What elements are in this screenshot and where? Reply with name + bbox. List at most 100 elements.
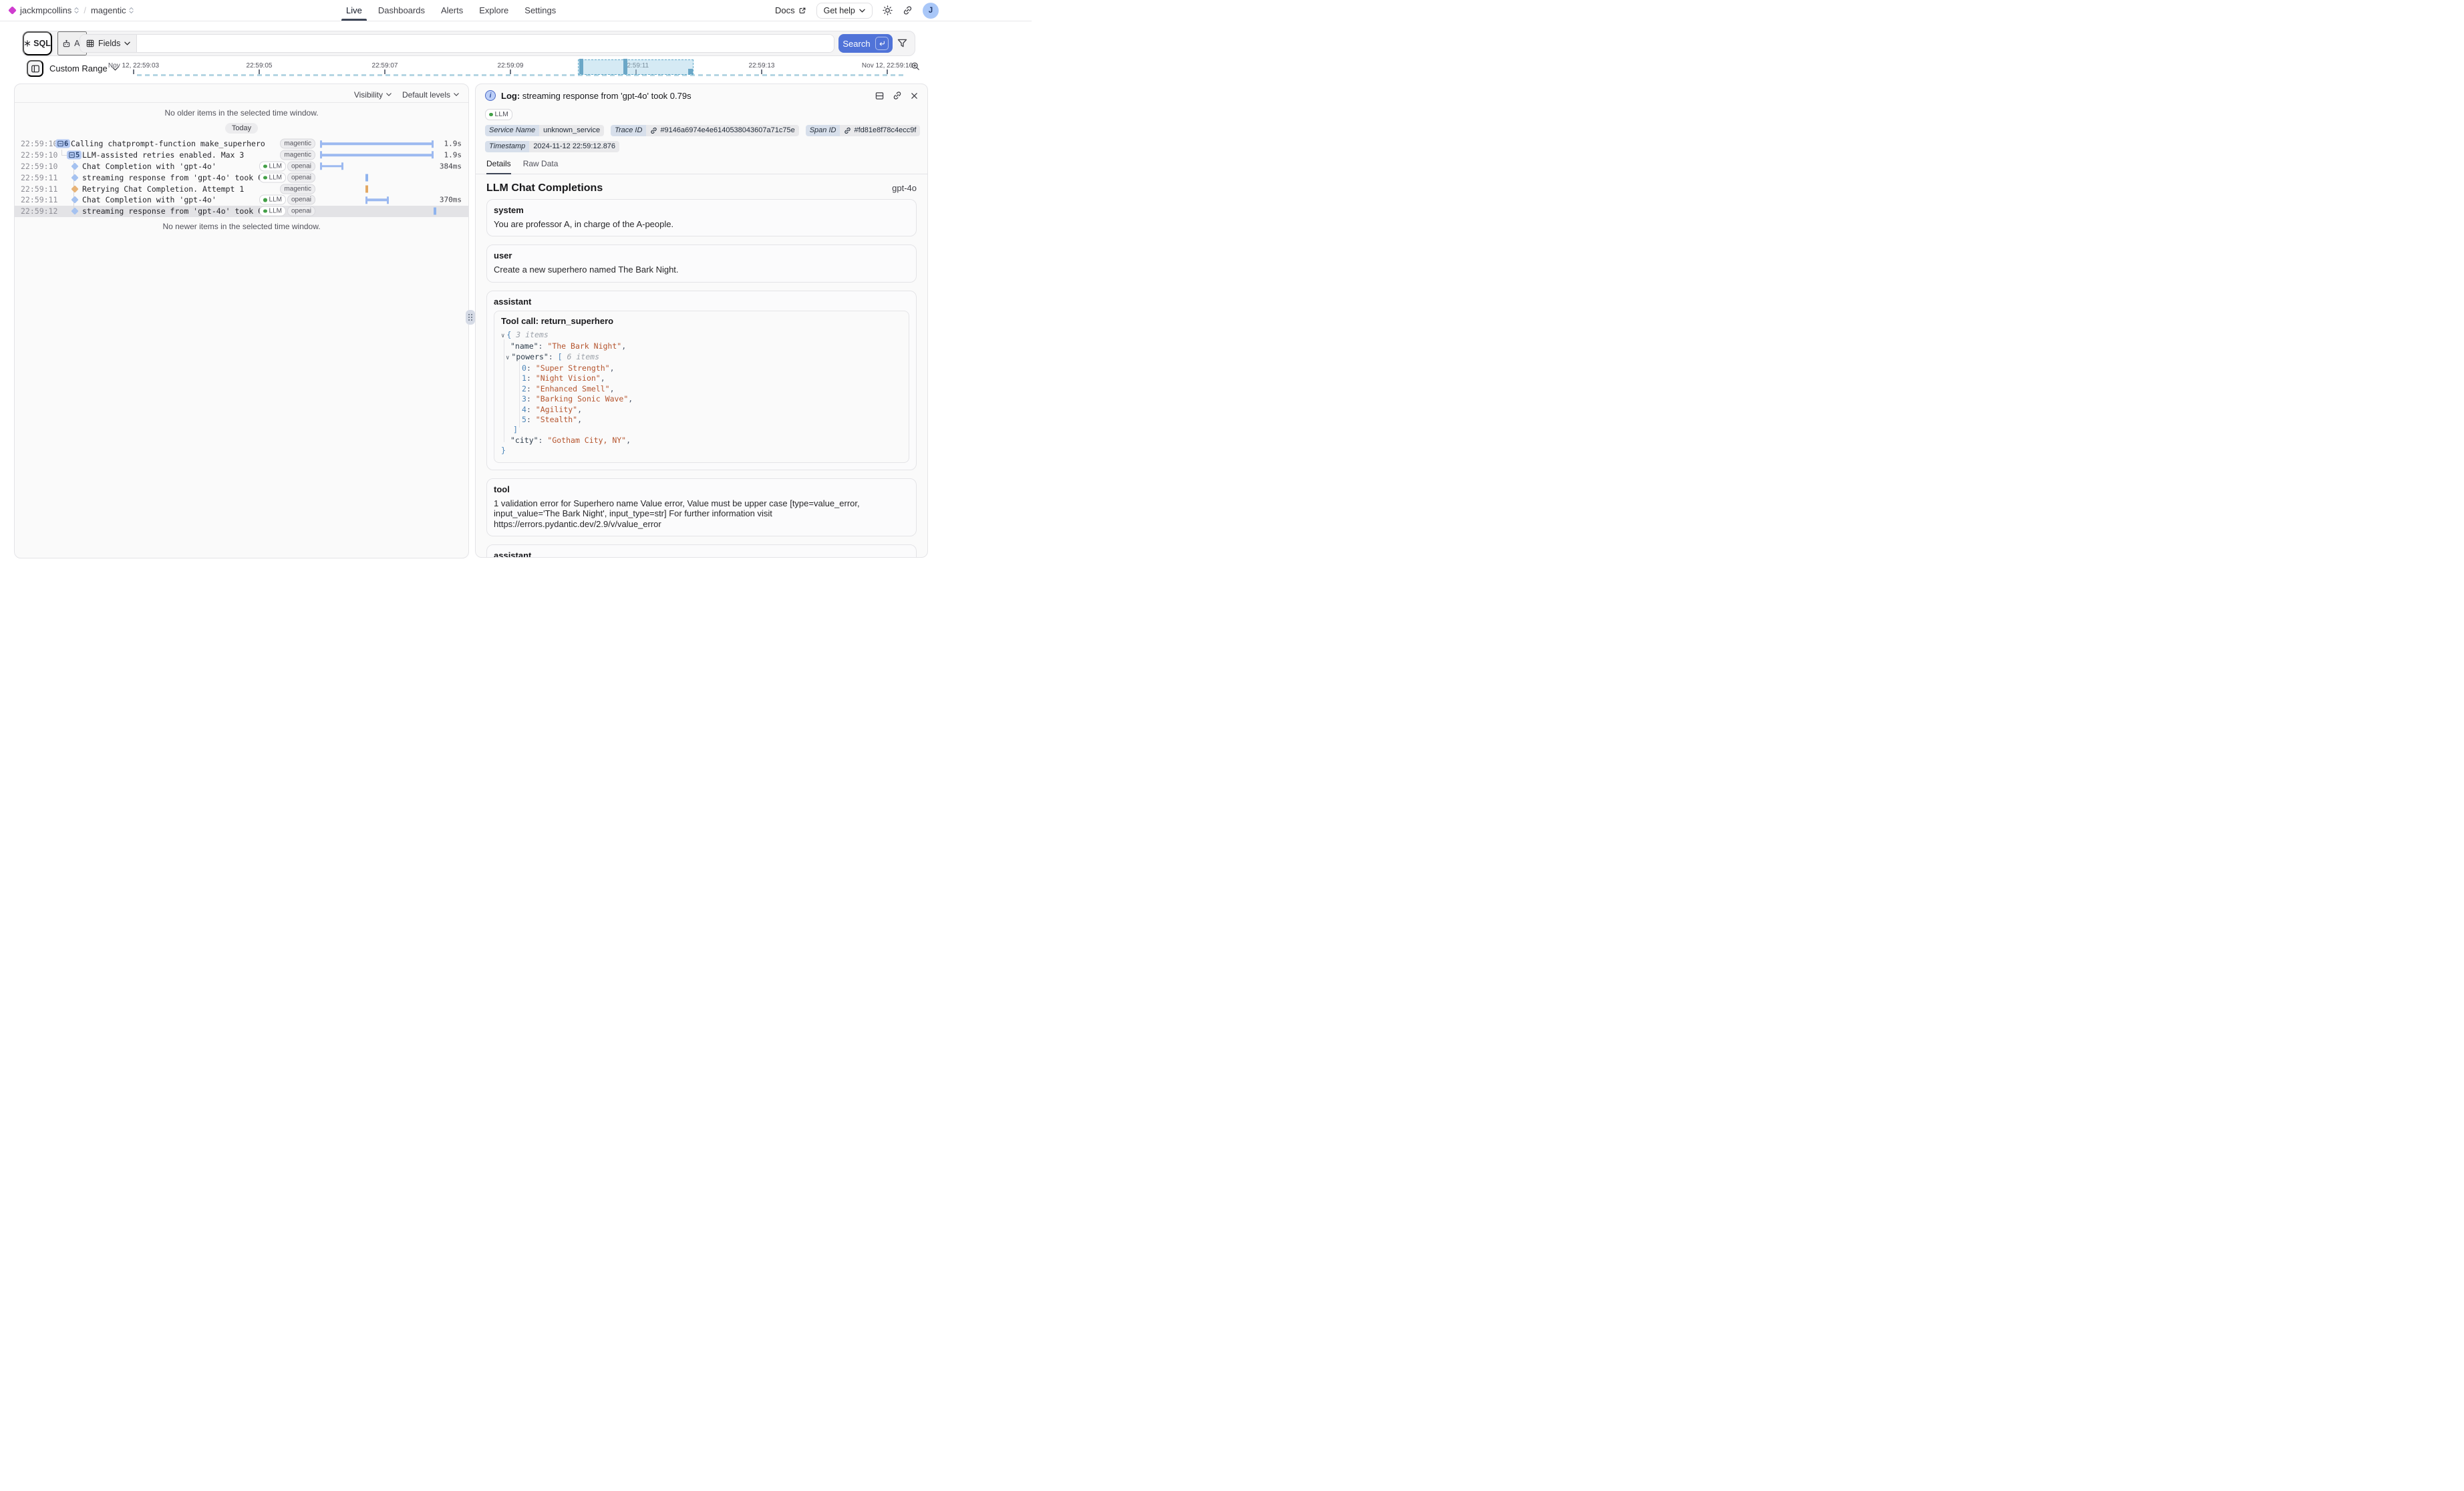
tag-pill: magentic [280, 184, 315, 194]
timeline-tick-label: 22:59:05 [247, 62, 273, 69]
theme-toggle-button[interactable] [883, 5, 893, 15]
timeline-tick-mark [384, 69, 386, 74]
log-row[interactable]: 22:59:12streaming response from 'gpt-4o'… [15, 206, 468, 217]
tag-pill: magentic [280, 139, 315, 149]
sql-mode-button[interactable]: SQL [23, 31, 52, 55]
json-token: , [621, 341, 626, 351]
diamond-marker [71, 208, 78, 215]
log-row-timestamp: 22:59:11 [21, 184, 57, 194]
default-levels-dropdown[interactable]: Default levels [402, 90, 459, 100]
search-button[interactable]: Search [838, 34, 893, 53]
json-token: "The Bark Night" [547, 341, 621, 351]
query-input-group: Fields [80, 34, 834, 53]
share-link-button[interactable] [903, 5, 913, 15]
docs-link[interactable]: Docs [775, 5, 806, 15]
close-icon [911, 92, 918, 100]
json-token: 2 [522, 384, 526, 393]
message-role: assistant [494, 297, 909, 307]
collapse-caret-icon[interactable]: ∨ [501, 333, 504, 339]
log-detail-panel: i Log: streaming response from 'gpt-4o' … [475, 84, 928, 558]
search-query-input[interactable] [137, 35, 834, 52]
log-row[interactable]: 22:59:11Retrying Chat Completion. Attemp… [15, 183, 468, 194]
today-button[interactable]: Today [225, 123, 258, 134]
nav-tab-alerts[interactable]: Alerts [441, 0, 463, 21]
nav-tab-settings[interactable]: Settings [524, 0, 556, 21]
log-row[interactable]: 22:59:11streaming response from 'gpt-4o'… [15, 172, 468, 183]
search-label: Search [842, 39, 870, 49]
link-icon [893, 91, 902, 100]
get-help-button[interactable]: Get help [816, 3, 873, 19]
log-rows: 22:59:10 6Calling chatprompt-function mak… [15, 138, 468, 217]
duration-label: 370ms [440, 196, 462, 204]
fields-dropdown[interactable]: Fields [80, 35, 137, 52]
chevron-down-icon [124, 41, 130, 45]
project-switcher[interactable]: magentic [91, 5, 134, 15]
timeline-selection[interactable] [578, 59, 694, 75]
panel-resize-handle[interactable] [466, 310, 475, 325]
json-token: , [626, 436, 631, 445]
diamond-marker [71, 185, 78, 192]
span-collapse-badge[interactable]: 5 [67, 151, 82, 160]
nav-tab-live[interactable]: Live [346, 0, 362, 21]
json-token: 3 items [516, 330, 548, 339]
json-token: "name" [510, 341, 538, 351]
log-row-message: Chat Completion with 'gpt-4o' [82, 195, 216, 204]
span-id-chip[interactable]: Span ID #fd81e8f78c4ecc9f [806, 125, 921, 136]
close-panel-button[interactable] [911, 91, 918, 100]
gantt-bar [321, 143, 433, 146]
detail-content: LLM Chat Completions gpt-4o systemYou ar… [476, 174, 927, 558]
info-icon: i [485, 90, 496, 101]
filter-button[interactable] [897, 38, 907, 48]
json-token: : [538, 436, 548, 445]
message-role: system [494, 205, 909, 216]
span-collapse-badge[interactable]: 6 [55, 140, 70, 148]
tag-pill: LLM [259, 195, 286, 205]
project-name: magentic [91, 5, 126, 15]
tool-call-title: Tool call: return_superhero [501, 316, 902, 326]
log-row[interactable]: 22:59:10Chat Completion with 'gpt-4o'LLM… [15, 161, 468, 172]
user-avatar[interactable]: J [923, 3, 939, 19]
tag-label: openai [291, 174, 311, 181]
gantt-track [321, 161, 442, 172]
log-row[interactable]: 22:59:106Calling chatprompt-function mak… [15, 138, 468, 150]
dock-panel-button[interactable] [875, 91, 884, 100]
org-switcher[interactable]: jackmpcollins [20, 5, 79, 15]
detail-header-icons [875, 91, 918, 100]
timeline-tick-label: 22:59:09 [498, 62, 524, 69]
copy-link-button[interactable] [893, 91, 902, 100]
nav-tab-explore[interactable]: Explore [479, 0, 508, 21]
logfire-logo-icon [8, 6, 17, 15]
gantt-track [321, 138, 442, 150]
collapse-caret-icon[interactable]: ∨ [506, 355, 509, 361]
json-token: : [526, 415, 536, 424]
json-token: 0 [522, 363, 526, 373]
detail-title: Log: streaming response from 'gpt-4o' to… [501, 91, 691, 101]
today-row: Today [15, 122, 468, 134]
link-icon [844, 127, 851, 134]
tag-label: LLM [269, 162, 282, 170]
log-row[interactable]: 22:59:11Chat Completion with 'gpt-4o'LLM… [15, 194, 468, 206]
log-row-timestamp: 22:59:10 [21, 162, 57, 171]
log-row-message: Calling chatprompt-function make_superhe… [71, 139, 265, 148]
chevron-down-icon [386, 93, 392, 96]
visibility-dropdown[interactable]: Visibility [354, 90, 392, 100]
duration-label: 1.9s [444, 140, 462, 148]
log-row-timestamp: 22:59:10 [21, 150, 57, 160]
log-row[interactable]: 22:59:105LLM-assisted retries enabled. M… [15, 150, 468, 161]
model-label: gpt-4o [892, 183, 917, 193]
tab-details[interactable]: Details [486, 159, 511, 174]
timeline-tick-mark [133, 69, 134, 74]
histogram-bar [688, 69, 693, 74]
tab-raw-data[interactable]: Raw Data [523, 159, 559, 174]
zoom-in-button[interactable] [911, 61, 920, 71]
log-row-tags: magentic [280, 139, 315, 149]
chevron-down-icon [859, 9, 865, 13]
nav-tab-dashboards[interactable]: Dashboards [378, 0, 425, 21]
docs-label: Docs [775, 5, 795, 15]
collapse-panel-button[interactable] [27, 60, 43, 77]
json-token: 6 items [567, 352, 599, 361]
robot-icon [62, 39, 71, 48]
trace-id-chip[interactable]: Trace ID #9146a6974e4e6140538043607a71c7… [611, 125, 799, 136]
tag-label: magentic [284, 185, 311, 192]
timeline-axis [137, 74, 906, 76]
